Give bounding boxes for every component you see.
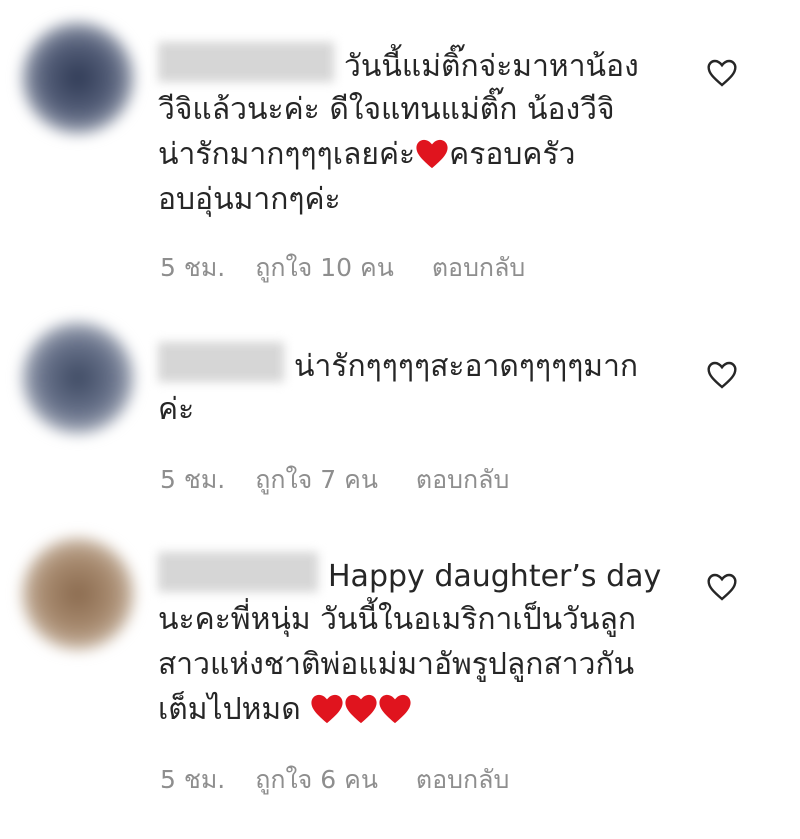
reply-button[interactable]: ตอบกลับ (416, 465, 509, 494)
timestamp: 5 ชม. (160, 465, 226, 494)
heart-outline-icon (707, 361, 737, 389)
reply-button[interactable]: ตอบกลับ (432, 253, 525, 282)
comment-text: Happy daughter’s day นะคะพี่หนุ่ม วันนี้… (158, 552, 661, 732)
comment-text: วันนี้แม่ติ๊กจ่ะมาหาน้อง วีจิแล้วนะค่ะ ด… (158, 42, 639, 222)
comment-line: ค่ะ (158, 392, 195, 427)
comment-line: ครอบครัว (449, 137, 576, 172)
red-heart-emoji-icon (310, 693, 344, 738)
comment-meta: 5 ชม. ถูกใจ 10 คน ตอบกลับ (160, 248, 547, 288)
red-heart-emoji-icon (415, 138, 449, 183)
reply-button[interactable]: ตอบกลับ (416, 765, 509, 794)
username-blurred[interactable] (158, 342, 284, 382)
comment-line: วันนี้แม่ติ๊กจ่ะมาหาน้อง (344, 49, 639, 84)
timestamp: 5 ชม. (160, 253, 226, 282)
like-button[interactable] (706, 58, 738, 88)
heart-outline-icon (707, 59, 737, 87)
comment-line: สาวแห่งชาติพ่อแม่มาอัพรูปลูกสาวกัน (158, 647, 635, 682)
like-button[interactable] (706, 572, 738, 602)
likes-count[interactable]: ถูกใจ 7 คน (255, 465, 378, 494)
comment-line: วีจิแล้วนะค่ะ ดีใจแทนแม่ติ๊ก น้องวีจิ (158, 92, 615, 127)
comment-line: นะคะพี่หนุ่ม วันนี้ในอเมริกาเป็นวันลูก (158, 602, 637, 637)
comment-line: เต็มไปหมด (158, 692, 301, 727)
username-blurred[interactable] (158, 42, 334, 82)
heart-outline-icon (707, 573, 737, 601)
avatar[interactable] (22, 538, 134, 650)
avatar[interactable] (22, 322, 134, 434)
comment-line: Happy daughter’s day (328, 559, 662, 594)
red-heart-emoji-icon (378, 693, 412, 738)
comment-text: น่ารักๆๆๆๆสะอาดๆๆๆๆมาก ค่ะ (158, 342, 638, 432)
username-blurred[interactable] (158, 552, 318, 592)
comment-meta: 5 ชม. ถูกใจ 6 คน ตอบกลับ (160, 760, 531, 800)
comment-meta: 5 ชม. ถูกใจ 7 คน ตอบกลับ (160, 460, 531, 500)
comment-line: อบอุ่นมากๆค่ะ (158, 182, 341, 217)
likes-count[interactable]: ถูกใจ 6 คน (255, 765, 378, 794)
red-heart-emoji-icon (344, 693, 378, 738)
comment-line: น่ารักมากๆๆๆเลยค่ะ (158, 137, 416, 172)
avatar[interactable] (22, 22, 134, 134)
timestamp: 5 ชม. (160, 765, 226, 794)
likes-count[interactable]: ถูกใจ 10 คน (255, 253, 394, 282)
comment-line: น่ารักๆๆๆๆสะอาดๆๆๆๆมาก (294, 349, 639, 384)
like-button[interactable] (706, 360, 738, 390)
